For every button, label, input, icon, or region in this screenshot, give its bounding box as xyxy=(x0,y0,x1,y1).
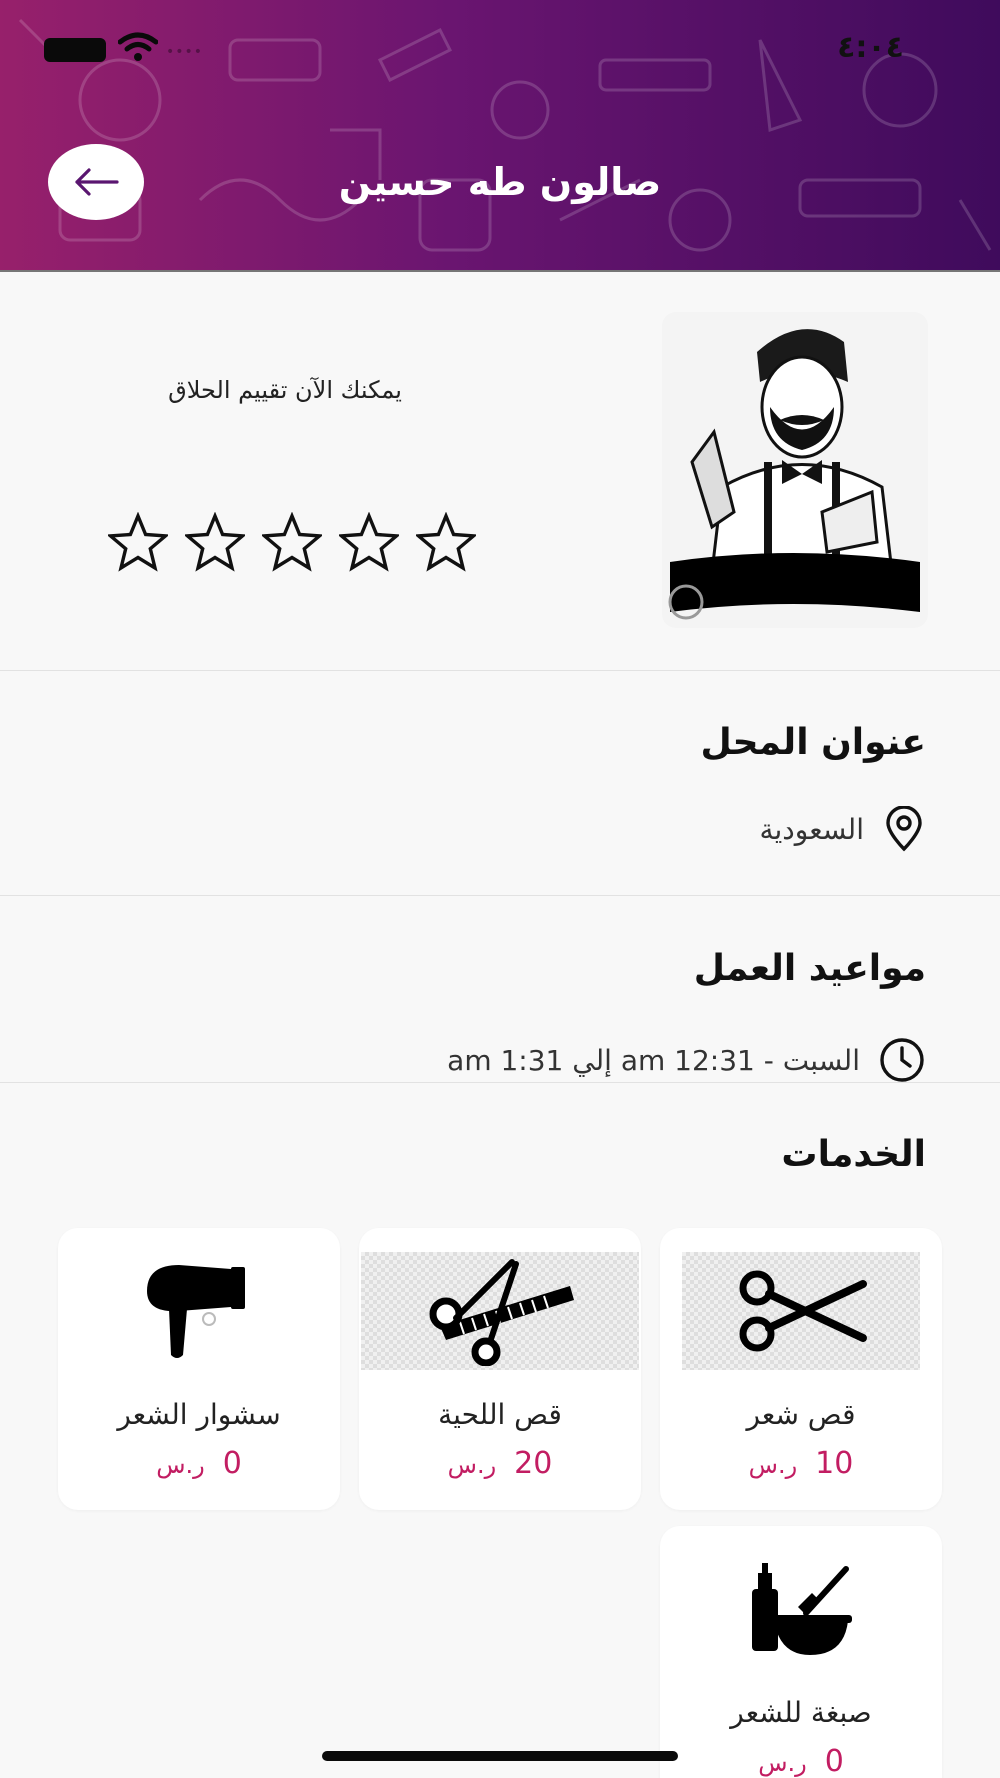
working-hours-title: مواعيد العمل xyxy=(693,948,926,989)
star-icon[interactable] xyxy=(262,512,322,572)
service-image xyxy=(682,1550,920,1668)
arrow-left-icon xyxy=(75,168,119,196)
status-time: ٤:٠٤ xyxy=(837,30,904,65)
star-icon[interactable] xyxy=(339,512,399,572)
service-card[interactable]: سشوار الشعر 0ر.س xyxy=(58,1228,340,1510)
service-price: 0ر.س xyxy=(156,1446,242,1481)
service-price: 0ر.س xyxy=(758,1744,844,1778)
carrier-signal: •••• xyxy=(166,44,204,60)
service-name: سشوار الشعر xyxy=(117,1398,281,1431)
divider xyxy=(0,895,1000,896)
app-header: •••• ٤:٠٤ صالون طه حسين xyxy=(0,0,1000,272)
star-icon[interactable] xyxy=(108,512,168,572)
home-indicator[interactable] xyxy=(322,1751,678,1761)
address-section-title: عنوان المحل xyxy=(700,722,926,763)
services-title: الخدمات xyxy=(781,1134,926,1175)
service-image xyxy=(682,1252,920,1370)
hair-dye-icon xyxy=(752,1563,852,1655)
clock-icon xyxy=(880,1038,924,1082)
service-price: 20ر.س xyxy=(447,1446,553,1481)
back-button[interactable] xyxy=(48,144,144,220)
service-name: قص شعر xyxy=(746,1398,856,1431)
service-name: قص اللحية xyxy=(438,1398,562,1431)
address-row: السعودية xyxy=(759,806,926,852)
barber-profile: يمكنك الآن تقييم الحلاق xyxy=(0,272,1000,670)
service-image xyxy=(361,1252,639,1370)
service-image xyxy=(80,1252,318,1370)
service-card[interactable]: صبغة للشعر 0ر.س xyxy=(660,1526,942,1778)
scissors-icon xyxy=(739,1270,867,1352)
barber-illustration xyxy=(668,329,920,620)
battery-icon xyxy=(44,38,106,62)
service-card[interactable]: قص اللحية 20ر.س xyxy=(359,1228,641,1510)
working-hours-row: السبت - am 12:31 إلي am 1:31 xyxy=(447,1036,926,1084)
service-name: صبغة للشعر xyxy=(730,1696,872,1729)
barber-avatar xyxy=(662,312,928,628)
star-icon[interactable] xyxy=(416,512,476,572)
address-value: السعودية xyxy=(759,812,864,846)
service-card[interactable]: قص شعر 10ر.س xyxy=(660,1228,942,1510)
rating-stars xyxy=(108,512,476,572)
working-hours-value: السبت - am 12:31 إلي am 1:31 xyxy=(447,1043,860,1077)
divider xyxy=(0,670,1000,671)
rate-barber-prompt: يمكنك الآن تقييم الحلاق xyxy=(168,376,402,404)
service-price: 10ر.س xyxy=(748,1446,854,1481)
scissors-comb-icon xyxy=(429,1259,574,1366)
star-icon[interactable] xyxy=(185,512,245,572)
hair-dryer-icon xyxy=(147,1265,245,1358)
page-title: صالون طه حسين xyxy=(338,160,662,204)
divider xyxy=(0,1082,1000,1083)
location-pin-icon xyxy=(886,806,922,852)
wifi-icon xyxy=(118,32,158,61)
